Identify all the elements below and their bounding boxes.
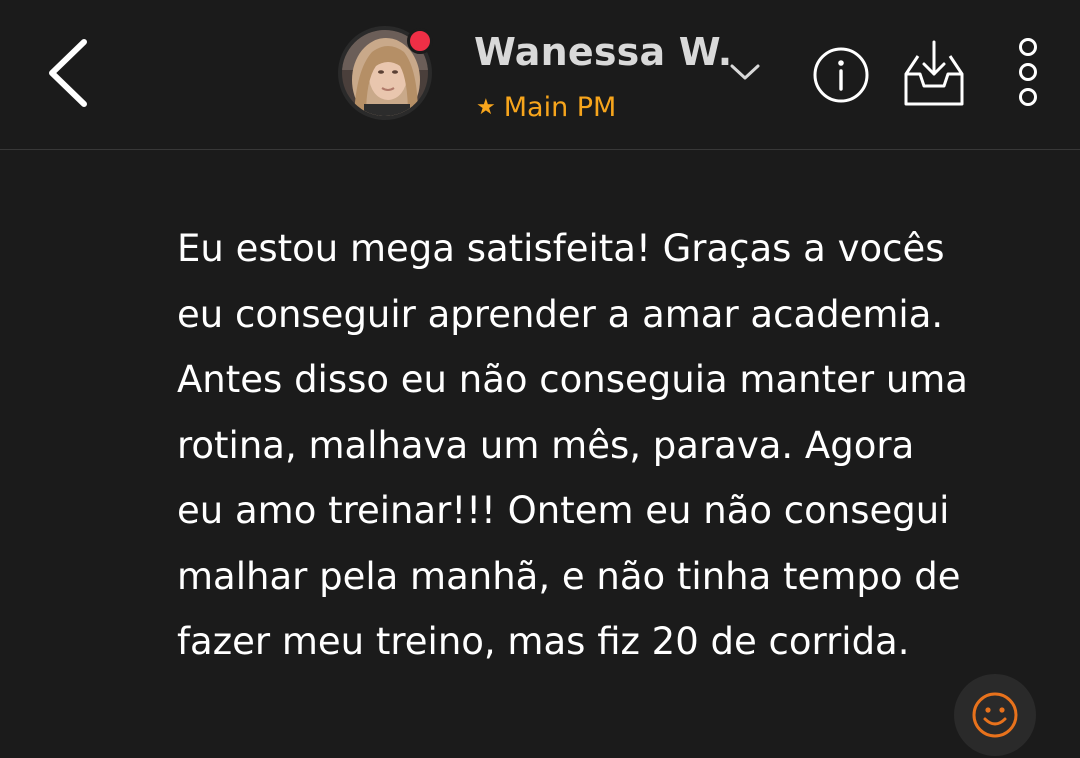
chat-screen: Wanessa W. ★ Main PM Eu estou mega satis… (0, 0, 1080, 758)
save-to-inbox-button[interactable] (896, 36, 970, 110)
chevron-left-icon (49, 39, 87, 107)
info-button[interactable] (812, 46, 870, 104)
more-vertical-icon (1019, 38, 1037, 106)
subtitle-label: Main PM (503, 92, 617, 123)
back-button[interactable] (34, 30, 104, 116)
chat-header: Wanessa W. ★ Main PM (0, 0, 1080, 150)
avatar[interactable] (338, 26, 433, 120)
online-status-dot (407, 28, 433, 54)
info-icon (813, 47, 869, 103)
inbox-download-icon (904, 40, 964, 106)
smiley-icon (972, 692, 1018, 738)
chat-title[interactable]: Wanessa W. ★ Main PM (474, 26, 774, 136)
user-name: Wanessa W. (474, 30, 733, 74)
chevron-down-icon (730, 64, 760, 80)
reaction-button[interactable] (954, 674, 1036, 756)
chat-subtitle: ★ Main PM (476, 92, 616, 123)
message-text: Eu estou mega satisfeita! Graças a vocês… (177, 227, 968, 663)
more-options-button[interactable] (1008, 36, 1048, 110)
star-icon: ★ (476, 95, 496, 120)
